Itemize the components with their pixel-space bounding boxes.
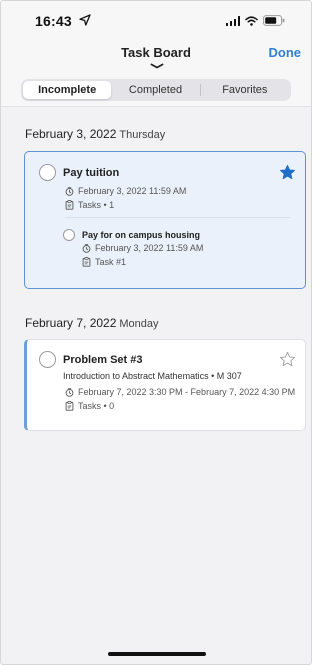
course-text: Introduction to Abstract Mathematics • M… [63,371,242,381]
filter-bar: Incomplete Completed Favorites [1,77,311,107]
due-date: February 3, 2022 11:59 AM [65,186,186,196]
subtask-divider [65,217,290,218]
due-date-text: February 7, 2022 3:30 PM - February 7, 2… [78,387,296,397]
clipboard-icon [82,257,91,267]
wifi-icon [245,15,258,26]
date-label: February 7, 2022 [25,316,117,330]
subtask-label-text: Task #1 [95,257,127,267]
app-screen: 16:43 Task Board Done Incomplete Complet… [0,0,312,665]
subtask-due-date: February 3, 2022 11:59 AM [82,243,203,253]
page-title: Task Board [121,45,191,60]
complete-checkbox[interactable] [39,351,56,368]
date-label: February 3, 2022 [25,127,117,141]
location-arrow-icon [79,14,91,26]
done-button[interactable]: Done [269,45,302,60]
clipboard-icon [65,401,74,411]
clipboard-icon [65,200,74,210]
subtask-title: Pay for on campus housing [82,230,201,240]
weekday-label: Thursday [119,129,166,141]
status-time: 16:43 [35,13,72,29]
subtask-due-text: February 3, 2022 11:59 AM [95,243,204,253]
chevron-down-icon[interactable] [150,63,164,69]
nav-header: Task Board Done [1,35,311,77]
tasks-count-text: Tasks • 1 [78,200,115,210]
due-date: February 7, 2022 3:30 PM - February 7, 2… [65,387,295,397]
subtask-checkbox[interactable] [63,229,75,241]
clock-icon [82,243,91,253]
date-header: February 3, 2022 Thursday [25,127,165,141]
tab-completed[interactable]: Completed [111,81,199,99]
home-indicator[interactable] [108,652,206,656]
star-icon[interactable] [279,164,296,181]
tasks-count: Tasks • 1 [65,200,114,210]
segmented-control: Incomplete Completed Favorites [21,79,291,101]
clock-icon [65,387,74,397]
tab-favorites[interactable]: Favorites [201,81,289,99]
task-title: Problem Set #3 [63,354,143,366]
date-header: February 7, 2022 Monday [25,316,159,330]
clock-icon [65,186,74,196]
tab-incomplete[interactable]: Incomplete [23,81,112,99]
due-date-text: February 3, 2022 11:59 AM [78,186,187,196]
subtask-label: Task #1 [82,257,126,267]
tasks-count: Tasks • 0 [65,401,114,411]
signal-icon [225,15,240,26]
tasks-count-text: Tasks • 0 [78,401,115,411]
weekday-label: Monday [119,318,159,330]
task-title: Pay tuition [63,167,120,179]
task-card[interactable]: Pay tuition February 3, 2022 11:59 AM Ta… [24,151,306,289]
complete-checkbox[interactable] [39,164,56,181]
task-card[interactable]: Problem Set #3 Introduction to Abstract … [24,339,306,431]
status-icons [225,15,286,26]
battery-icon [263,15,285,26]
status-bar: 16:43 [1,1,311,35]
course-label: Introduction to Abstract Mathematics • M… [63,371,242,381]
star-icon[interactable] [279,351,296,368]
